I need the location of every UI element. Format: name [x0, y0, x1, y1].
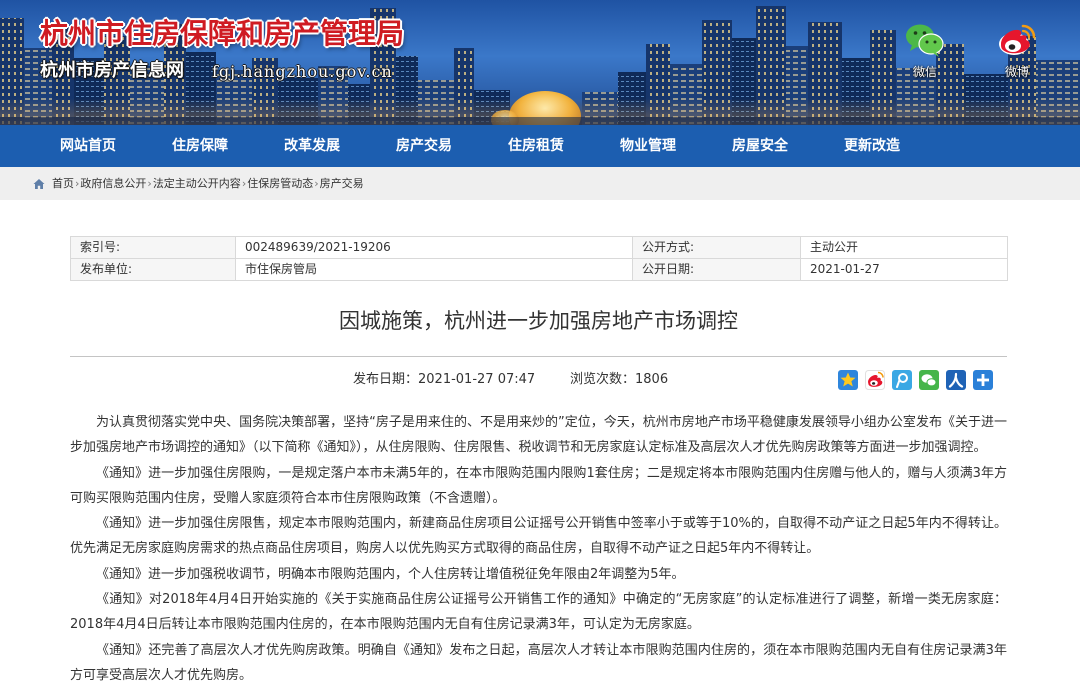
breadcrumb-item-gov-info[interactable]: 政府信息公开: [80, 177, 146, 190]
nav-item-rental[interactable]: 住房租赁: [480, 125, 592, 167]
wechat-link[interactable]: 微信: [897, 22, 953, 80]
site-domain: fgj.hangzhou.gov.cn: [212, 62, 393, 81]
site-banner: 杭州市住房保障和房产管理局 杭州市房产信息网 fgj.hangzhou.gov.…: [0, 0, 1080, 125]
disclosure-date-value: 2021-01-27: [800, 258, 1008, 281]
disclosure-method-value: 主动公开: [800, 236, 1008, 259]
article-paragraph: 《通知》还完善了高层次人才优先购房政策。明确自《通知》发布之日起，高层次人才转让…: [70, 642, 1007, 681]
nav-item-reform[interactable]: 改革发展: [256, 125, 368, 167]
article-paragraph: 《通知》进一步加强住房限售，规定本市限购范围内，新建商品住房项目公证摇号公开销售…: [70, 516, 1007, 557]
more-share-icon[interactable]: [973, 370, 993, 390]
breadcrumb-item-home[interactable]: 首页: [52, 177, 74, 190]
disclosure-method-label: 公开方式:: [632, 236, 801, 259]
disclosure-date-label: 公开日期:: [632, 258, 801, 281]
wechat-icon: [906, 24, 944, 57]
publish-date-label: 发布日期：: [353, 372, 419, 387]
nav-item-urban-renewal[interactable]: 更新改造: [816, 125, 928, 167]
nav-item-property-management[interactable]: 物业管理: [592, 125, 704, 167]
river: [0, 117, 1080, 125]
sina-weibo-icon[interactable]: [865, 370, 885, 390]
weibo-label: 微博: [1004, 65, 1029, 79]
article-body: 为认真贯彻落实党中央、国务院决策部署，坚持“房子是用来住的、不是用来炒的”定位，…: [70, 410, 1007, 681]
breadcrumb-item-statutory-disclosure[interactable]: 法定主动公开内容: [153, 177, 241, 190]
breadcrumb-trail: 首页›政府信息公开›法定主动公开内容›住保房管动态›房产交易: [52, 167, 364, 200]
publish-date: 发布日期：2021-01-27 07:47: [353, 371, 535, 389]
index-no-label: 索引号:: [70, 236, 236, 259]
publish-date-value: 2021-01-27 07:47: [418, 372, 536, 387]
breadcrumb-item-bureau-news[interactable]: 住保房管动态: [247, 177, 313, 190]
article-paragraph: 《通知》进一步加强税收调节，明确本市限购范围内，个人住房转让增值税征免年限由2年…: [96, 566, 685, 582]
main-nav: 网站首页 住房保障 改革发展 房产交易 住房租赁 物业管理 房屋安全 更新改造: [0, 125, 1080, 167]
weibo-link[interactable]: 微博: [989, 22, 1045, 80]
wechat-share-icon[interactable]: [919, 370, 939, 390]
renren-icon[interactable]: [946, 370, 966, 390]
tencent-weibo-icon[interactable]: [892, 370, 912, 390]
nav-item-home[interactable]: 网站首页: [32, 125, 144, 167]
table-row: 发布单位: 市住保房管局 公开日期: 2021-01-27: [70, 258, 1008, 281]
publisher-label: 发布单位:: [70, 258, 236, 281]
breadcrumb-item-property-trading[interactable]: 房产交易: [320, 177, 364, 190]
site-subtitle: 杭州市房产信息网: [40, 60, 184, 81]
index-no-value: 002489639/2021-19206: [235, 236, 633, 259]
view-count-label: 浏览次数：: [570, 372, 636, 387]
breadcrumb-separator: ›: [314, 177, 319, 190]
article-paragraph: 为认真贯彻落实党中央、国务院决策部署，坚持“房子是用来住的、不是用来炒的”定位，…: [70, 415, 1007, 456]
breadcrumb-separator: ›: [75, 177, 80, 190]
nav-item-housing-security[interactable]: 住房保障: [144, 125, 256, 167]
article-paragraph: 《通知》对2018年4月4日开始实施的《关于实施商品住房公证摇号公开销售工作的通…: [70, 592, 1007, 633]
wechat-label: 微信: [912, 65, 937, 79]
breadcrumb-separator: ›: [241, 177, 247, 190]
article-paragraph: 《通知》进一步加强住房限购，一是规定落户本市未满5年的，在本市限购范围内限购1套…: [70, 465, 1007, 506]
breadcrumb: 首页›政府信息公开›法定主动公开内容›住保房管动态›房产交易: [0, 167, 1080, 200]
view-count-value: 1806: [635, 372, 669, 387]
main-nav-list: 网站首页 住房保障 改革发展 房产交易 住房租赁 物业管理 房屋安全 更新改造: [0, 125, 1080, 167]
home-icon: [33, 179, 45, 189]
title-divider: [70, 356, 1007, 357]
article-title: 因城施策，杭州进一步加强房地产市场调控: [339, 309, 738, 333]
view-count: 浏览次数：1806: [570, 371, 668, 389]
publisher-value: 市住保房管局: [235, 258, 633, 281]
weibo-icon: [999, 24, 1036, 55]
share-bar: [838, 370, 1000, 390]
breadcrumb-separator: ›: [147, 177, 152, 190]
table-row: 索引号: 002489639/2021-19206 公开方式: 主动公开: [70, 236, 1008, 259]
disclosure-info-table: 索引号: 002489639/2021-19206 公开方式: 主动公开 发布单…: [70, 236, 1008, 281]
site-title: 杭州市住房保障和房产管理局: [40, 17, 405, 50]
nav-item-property-trading[interactable]: 房产交易: [368, 125, 480, 167]
nav-item-housing-safety[interactable]: 房屋安全: [704, 125, 816, 167]
page: 杭州市住房保障和房产管理局 杭州市房产信息网 fgj.hangzhou.gov.…: [0, 0, 1080, 681]
qzone-icon[interactable]: [838, 370, 858, 390]
